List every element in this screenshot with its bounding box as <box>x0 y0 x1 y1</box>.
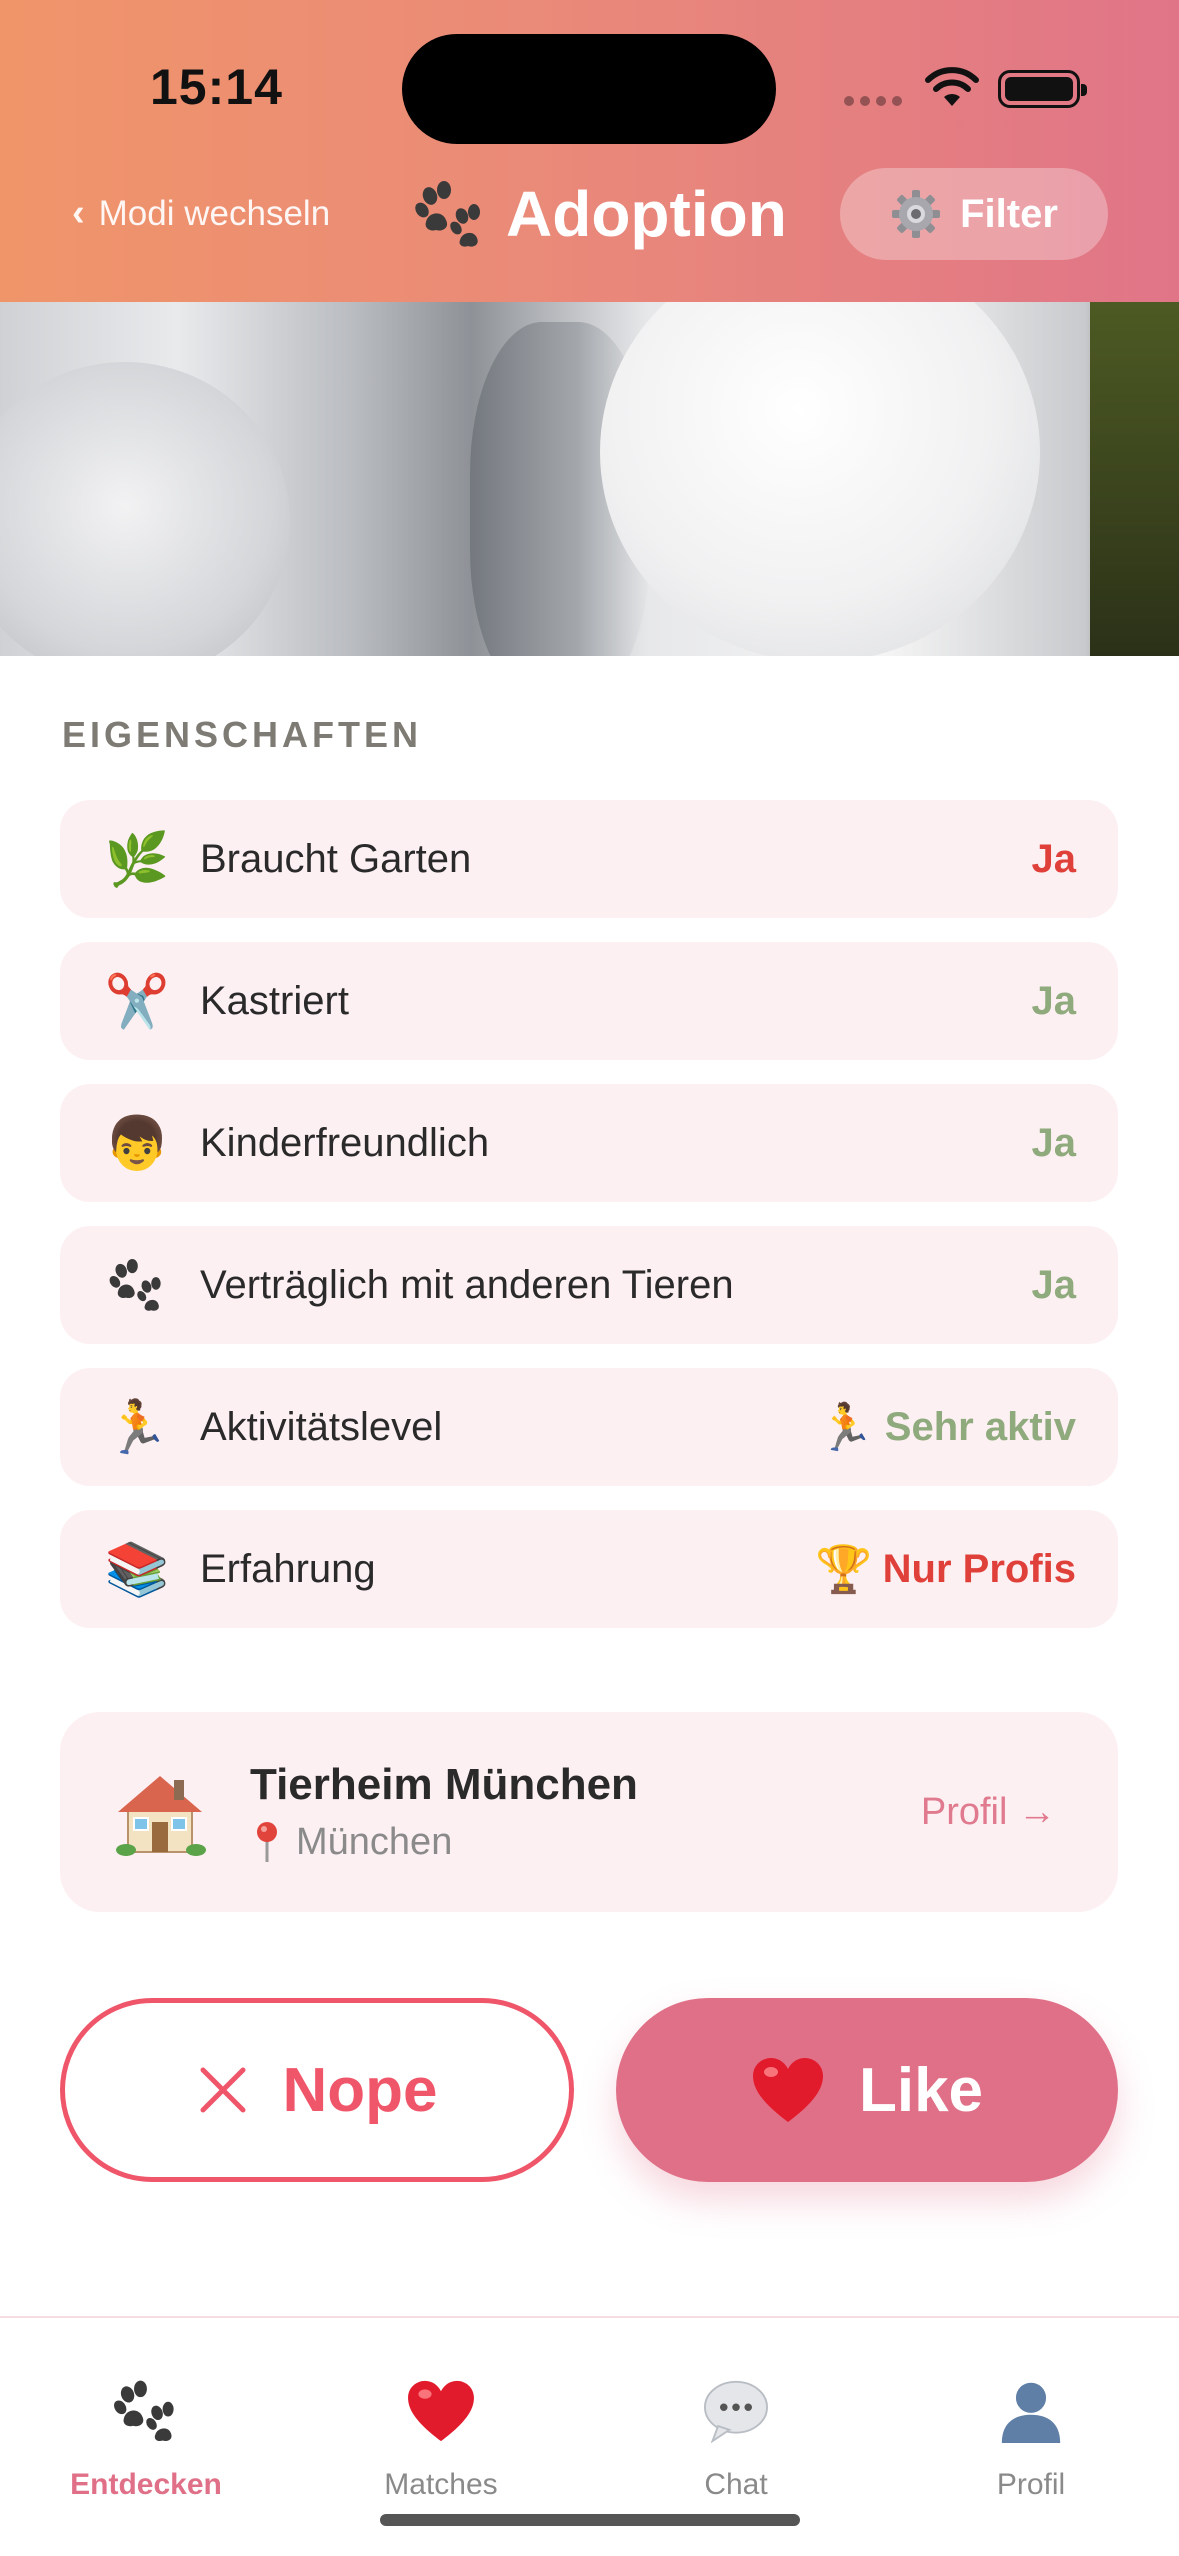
runner-icon: 🏃 <box>817 1400 875 1453</box>
nope-button[interactable]: Nope <box>60 1998 574 2182</box>
trait-label: Verträglich mit anderen Tieren <box>200 1262 734 1307</box>
trait-row-child-friendly: 👦 Kinderfreundlich Ja <box>60 1084 1118 1202</box>
shelter-name: Tierheim München <box>250 1760 638 1809</box>
person-silhouette-icon <box>993 2376 1069 2446</box>
trait-value-group: 🏆 Nur Profis <box>815 1542 1076 1596</box>
gear-icon <box>892 190 941 238</box>
shelter-location: München <box>250 1820 921 1864</box>
trait-row-other-animals: Verträglich mit anderen Tieren Ja <box>60 1226 1118 1344</box>
trait-row-garden: 🌿 Braucht Garten Ja <box>60 800 1118 918</box>
like-label: Like <box>858 2055 984 2125</box>
shelter-info: Tierheim München München <box>250 1760 921 1864</box>
trait-label: Kinderfreundlich <box>200 1120 490 1165</box>
tab-discover[interactable]: Entdecken <box>46 2376 246 2502</box>
switch-mode-button[interactable]: ‹ Modi wechseln <box>72 192 330 235</box>
wifi-icon <box>925 67 979 106</box>
paw-icon <box>415 181 480 247</box>
nope-label: Nope <box>282 2055 438 2125</box>
pin-icon <box>257 1822 277 1862</box>
home-indicator <box>380 2514 800 2526</box>
trophy-icon: 🏆 <box>815 1542 873 1595</box>
cellular-signal-icon <box>844 96 902 106</box>
tab-label: Entdecken <box>70 2468 222 2501</box>
trait-value: Sehr aktiv <box>884 1404 1076 1449</box>
trait-label: Kastriert <box>200 978 349 1023</box>
trait-label: Braucht Garten <box>200 836 472 881</box>
scissors-icon: ✂️ <box>104 972 170 1031</box>
shelter-location-text: München <box>296 1820 453 1863</box>
tab-matches[interactable]: Matches <box>341 2376 541 2502</box>
trait-value: Ja <box>1031 836 1077 881</box>
switch-mode-label: Modi wechseln <box>98 193 331 233</box>
header-bar: 15:14 ‹ Modi wechseln Adoption Filter <box>0 0 1179 302</box>
speech-bubble-icon <box>698 2376 774 2446</box>
trait-row-experience: 📚 Erfahrung 🏆 Nur Profis <box>60 1510 1118 1628</box>
shelter-card[interactable]: Tierheim München München Profil → <box>60 1712 1118 1912</box>
tab-profile[interactable]: Profil <box>931 2376 1131 2502</box>
dynamic-island <box>402 34 776 144</box>
books-icon: 📚 <box>104 1540 170 1599</box>
trait-label: Aktivitätslevel <box>200 1404 443 1449</box>
like-button[interactable]: Like <box>616 1998 1118 2182</box>
trait-label: Erfahrung <box>200 1546 376 1591</box>
paw-icon <box>108 2376 184 2446</box>
battery-icon <box>998 70 1087 108</box>
section-title-traits: EIGENSCHAFTEN <box>62 714 423 755</box>
runner-icon: 🏃 <box>104 1398 170 1457</box>
chevron-left-icon: ‹ <box>72 192 85 234</box>
house-icon <box>116 1776 206 1856</box>
tab-label: Chat <box>704 2468 768 2501</box>
tab-chat[interactable]: Chat <box>636 2376 836 2502</box>
herb-icon: 🌿 <box>104 830 170 889</box>
tab-label: Profil <box>996 2468 1066 2501</box>
trait-value: Ja <box>1031 978 1077 1023</box>
trait-value-group: 🏃 Sehr aktiv <box>817 1400 1076 1454</box>
trait-row-activity: 🏃 Aktivitätslevel 🏃 Sehr aktiv <box>60 1368 1118 1486</box>
trait-value: Ja <box>1031 1120 1077 1165</box>
paw-icon <box>104 1252 170 1318</box>
filter-button[interactable]: Filter <box>840 168 1108 260</box>
status-time: 15:14 <box>150 59 283 115</box>
tab-label: Matches <box>384 2468 498 2501</box>
trait-row-neutered: ✂️ Kastriert Ja <box>60 942 1118 1060</box>
page-title: Adoption <box>506 178 787 250</box>
heart-icon <box>403 2376 479 2446</box>
filter-label: Filter <box>960 191 1058 236</box>
heart-icon <box>752 2058 823 2122</box>
trait-value: Ja <box>1031 1262 1077 1307</box>
page-title-group: Adoption <box>412 176 787 252</box>
pet-photo[interactable] <box>0 302 1179 656</box>
trait-value: Nur Profis <box>882 1546 1076 1591</box>
child-face-icon: 👦 <box>104 1114 170 1173</box>
shelter-profile-link[interactable]: Profil → <box>921 1791 1056 1834</box>
close-icon <box>200 2067 245 2113</box>
